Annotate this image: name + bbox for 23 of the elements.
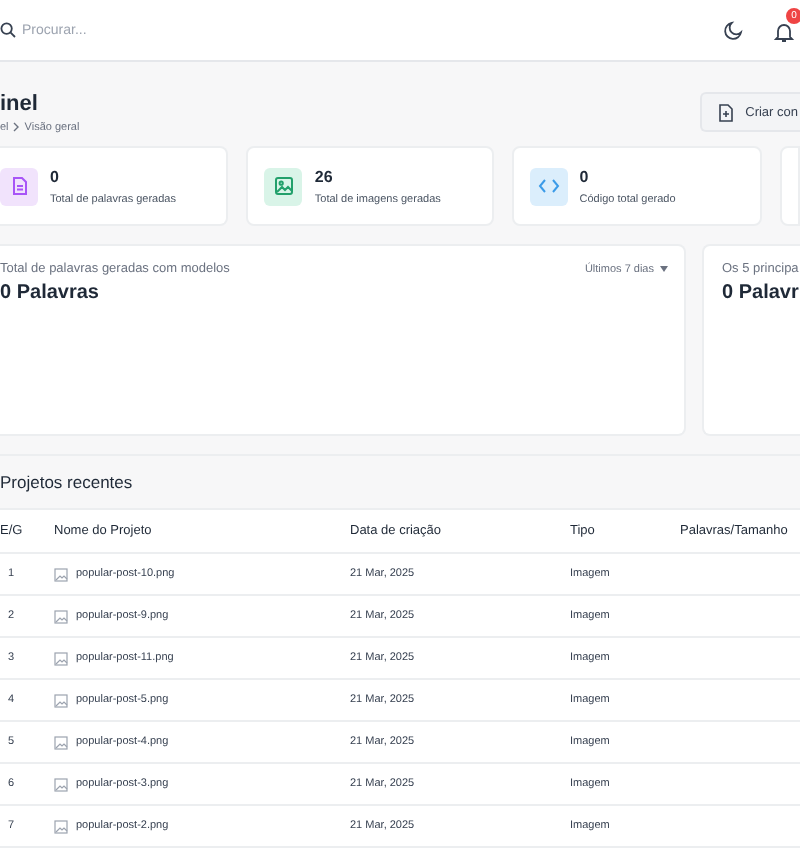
moon-icon[interactable] xyxy=(724,20,744,40)
chart-total: 0 Palavr xyxy=(722,282,800,304)
document-icon xyxy=(9,176,29,196)
image-icon xyxy=(54,567,68,581)
page-title: inel xyxy=(0,91,40,115)
stat-value: 0 xyxy=(50,167,61,185)
chevron-icon xyxy=(12,122,21,132)
image-icon xyxy=(54,735,68,749)
code-icon xyxy=(537,178,560,194)
image-icon xyxy=(54,693,68,707)
chart-total: 0 Palavras xyxy=(0,282,101,304)
stat-value: 0 xyxy=(579,167,591,185)
image-icon xyxy=(54,609,68,623)
image-icon xyxy=(54,777,68,791)
caret-icon xyxy=(660,266,668,272)
file-plus-icon xyxy=(717,103,734,121)
stat-value: 26 xyxy=(314,167,335,185)
section-title: Projetos recentes xyxy=(0,456,800,510)
bell-icon[interactable] xyxy=(772,20,796,44)
search-icon xyxy=(0,22,16,38)
image-icon xyxy=(273,176,294,196)
image-icon xyxy=(54,819,68,833)
image-icon xyxy=(54,651,68,665)
